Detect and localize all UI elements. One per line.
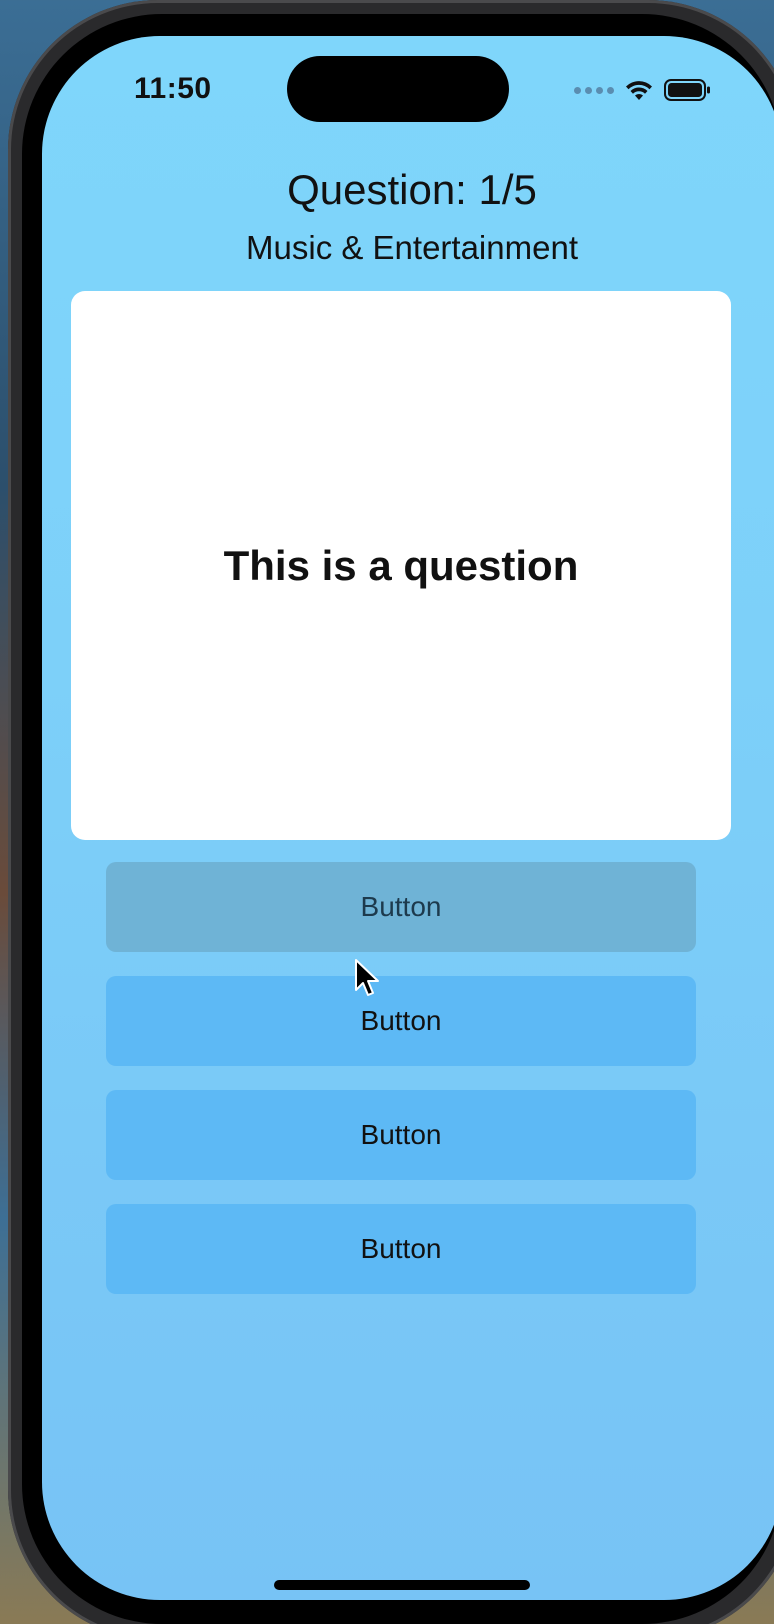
question-text: This is a question <box>223 541 579 589</box>
status-icons <box>574 78 712 102</box>
status-time: 11:50 <box>134 72 212 105</box>
category-label: Music & Entertainment <box>246 229 578 266</box>
answer-button-1[interactable]: Button <box>106 862 696 952</box>
cellular-signal-icon <box>574 86 614 94</box>
home-indicator[interactable] <box>274 1580 530 1590</box>
answer-list: Button Button Button Button <box>106 862 696 1318</box>
question-counter: Question: 1/5 <box>287 166 537 213</box>
answer-button-4[interactable]: Button <box>106 1204 696 1294</box>
app-screen: 11:50 Question: 1/5 Music & Entertainmen… <box>42 36 774 1600</box>
battery-icon <box>664 79 710 101</box>
answer-button-3[interactable]: Button <box>106 1090 696 1180</box>
question-card: This is a question <box>71 291 731 840</box>
mouse-pointer-icon <box>355 959 379 996</box>
dynamic-island <box>287 56 509 122</box>
quiz-header: Question: 1/5 Music & Entertainment <box>42 166 774 268</box>
answer-button-2[interactable]: Button <box>106 976 696 1066</box>
wifi-icon <box>626 81 652 100</box>
status-bar: 11:50 <box>42 36 774 146</box>
